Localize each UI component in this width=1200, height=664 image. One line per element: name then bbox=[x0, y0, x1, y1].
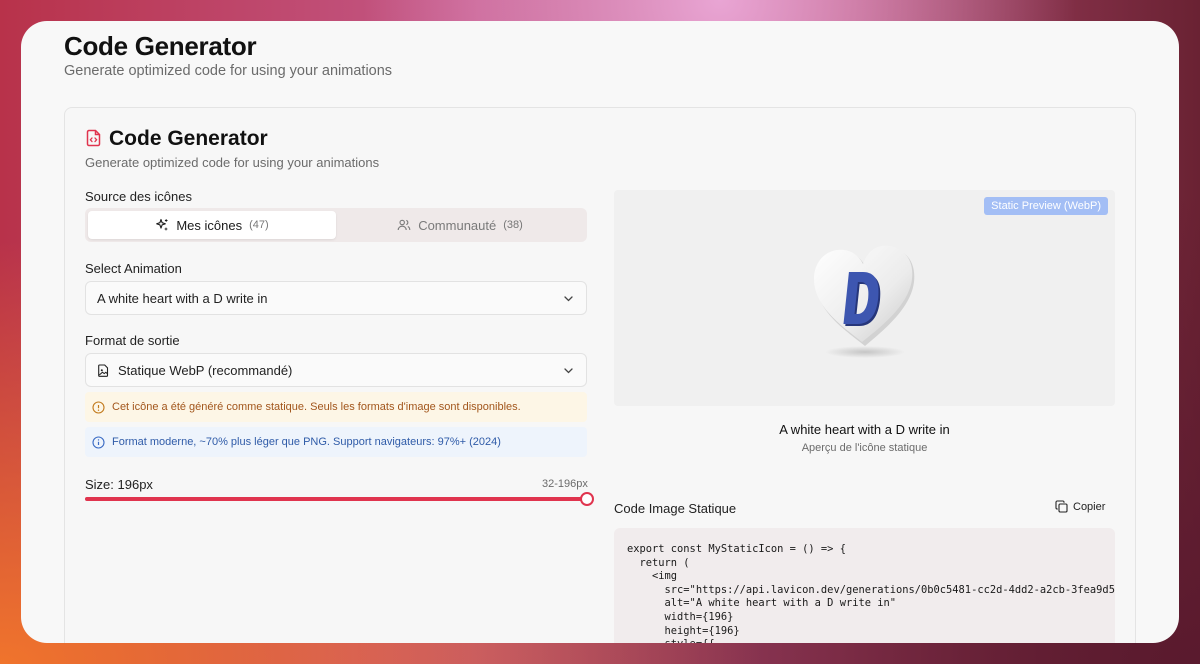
icon-preview: Static Preview (WebP) bbox=[614, 190, 1115, 406]
format-select-value: Statique WebP (recommandé) bbox=[118, 362, 293, 378]
copy-button-label: Copier bbox=[1073, 500, 1106, 513]
size-slider-fill bbox=[85, 497, 587, 501]
size-label: Size: 196px bbox=[85, 477, 153, 492]
format-select[interactable]: Statique WebP (recommandé) bbox=[85, 353, 587, 387]
size-range: 32-196px bbox=[542, 478, 588, 490]
static-warning-text: Cet icône a été généré comme statique. S… bbox=[112, 401, 521, 413]
code-title: Code Image Statique bbox=[614, 501, 737, 516]
size-slider-thumb[interactable] bbox=[580, 492, 594, 506]
source-label: Source des icônes bbox=[85, 189, 192, 204]
card-title: Code Generator bbox=[109, 127, 268, 150]
file-code-icon bbox=[86, 129, 101, 147]
animation-select[interactable]: A white heart with a D write in bbox=[85, 281, 587, 315]
animation-select-value: A white heart with a D write in bbox=[97, 290, 268, 306]
tab-community-count: (38) bbox=[503, 219, 523, 231]
tab-my-icons-label: Mes icônes bbox=[176, 217, 243, 233]
preview-badge: Static Preview (WebP) bbox=[984, 197, 1108, 215]
info-circle-icon bbox=[92, 435, 105, 449]
heart-preview-image bbox=[814, 245, 915, 358]
code-snippet: export const MyStaticIcon = () => { retu… bbox=[627, 543, 1115, 643]
tab-my-icons[interactable]: Mes icônes (47) bbox=[88, 211, 336, 239]
tab-community[interactable]: Communauté (38) bbox=[336, 211, 584, 239]
page-subtitle: Generate optimized code for using your a… bbox=[64, 63, 393, 79]
animation-label: Select Animation bbox=[85, 261, 182, 276]
format-label: Format de sortie bbox=[85, 333, 180, 348]
page-title: Code Generator bbox=[64, 31, 257, 61]
tab-my-icons-count: (47) bbox=[249, 219, 269, 231]
format-info: Format moderne, ~70% plus léger que PNG.… bbox=[85, 427, 587, 457]
file-image-icon bbox=[98, 363, 109, 377]
generator-card: Code Generator Generate optimized code f… bbox=[64, 107, 1136, 643]
copy-button[interactable]: Copier bbox=[1055, 500, 1105, 513]
card-subtitle: Generate optimized code for using your a… bbox=[85, 155, 380, 170]
copy-icon bbox=[1055, 500, 1068, 513]
size-slider[interactable] bbox=[85, 492, 594, 506]
static-warning: Cet icône a été généré comme statique. S… bbox=[85, 392, 587, 422]
tab-community-label: Communauté bbox=[418, 217, 497, 233]
source-toggle: Mes icônes (47) Communauté (38) bbox=[85, 208, 587, 242]
chevron-down-icon bbox=[564, 368, 573, 374]
chevron-down-icon bbox=[564, 296, 573, 302]
preview-icon-name: A white heart with a D write in bbox=[779, 422, 950, 437]
code-block: export const MyStaticIcon = () => { retu… bbox=[614, 528, 1115, 643]
users-icon bbox=[397, 219, 411, 231]
app-window: Code Generator Generate optimized code f… bbox=[21, 21, 1179, 643]
sparkles-icon bbox=[156, 218, 169, 231]
preview-caption: Aperçu de l'icône statique bbox=[801, 442, 928, 454]
format-info-text: Format moderne, ~70% plus léger que PNG.… bbox=[112, 436, 501, 448]
info-circle-icon bbox=[92, 400, 105, 414]
